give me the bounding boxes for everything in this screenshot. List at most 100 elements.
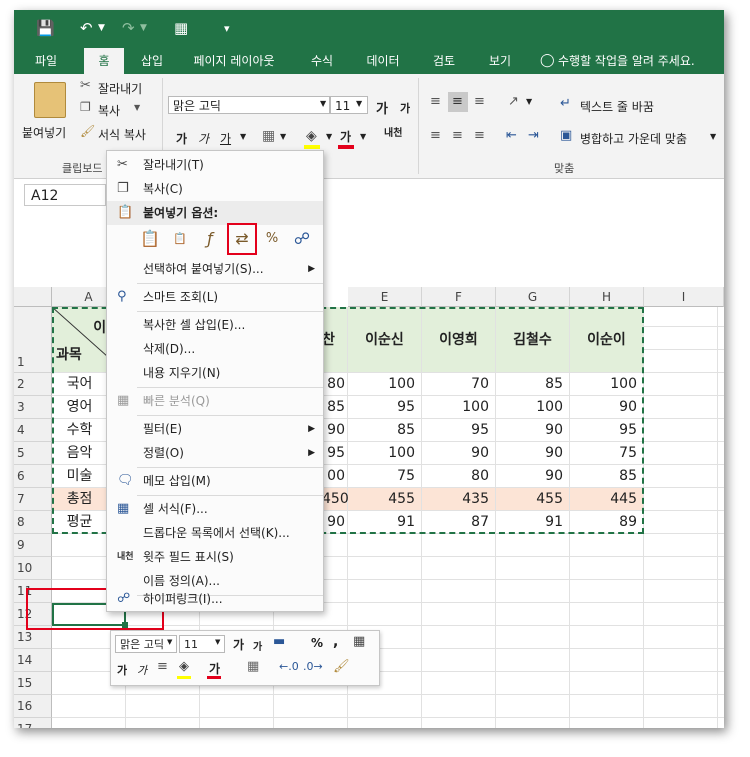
menu-item-pick-list[interactable]: 드롭다운 목록에서 선택(K)... [107,521,323,545]
menu-item-cut[interactable]: ✂ 잘라내기(T) [107,153,323,177]
column-header-F[interactable]: F [422,287,496,307]
tab-insert[interactable]: 삽입 [132,48,172,74]
font-color-dropdown-icon[interactable]: ▼ [360,132,366,141]
menu-item-paste-special[interactable]: 선택하여 붙여넣기(S)... ▶ [107,257,323,281]
mini-font-dropdown-icon[interactable]: ▼ [167,638,172,646]
column-header-I[interactable]: I [644,287,724,307]
orientation-dropdown-icon[interactable]: ▼ [526,97,532,106]
copy-icon[interactable]: ❐ [80,100,91,114]
menu-item-insert-comment[interactable]: 🗨 메모 삽입(M) [107,469,323,493]
fill-dropdown-icon[interactable]: ▼ [326,132,332,141]
mini-format-painter-icon[interactable]: 🖌 [333,659,350,674]
align-bottom-icon[interactable]: ≡ [474,94,485,109]
phonetic-button[interactable]: 내천 [384,128,402,139]
tab-file[interactable]: 파일 [24,48,68,74]
mini-decrease-decimal-icon[interactable]: .0→ [303,660,323,673]
align-right-icon[interactable]: ≡ [474,128,485,143]
row-header[interactable]: 17 [14,718,52,728]
menu-item-format-cells[interactable]: ▦ 셀 서식(F)... [107,497,323,521]
select-all-corner[interactable] [14,287,52,307]
paste-formulas-icon[interactable]: ƒ [199,227,221,251]
font-size-dropdown-icon[interactable]: ▼ [356,99,362,108]
font-name-dropdown-icon[interactable]: ▼ [320,99,326,108]
align-middle-icon[interactable]: ≡ [452,94,463,109]
align-left-icon[interactable]: ≡ [430,128,441,143]
undo-icon[interactable]: ↶ [80,19,93,37]
mini-italic-button[interactable]: 가 [137,662,147,678]
copy-button[interactable]: 복사 [98,102,120,119]
mini-border-icon[interactable]: ▦ [247,659,259,674]
bold-button[interactable]: 가 [176,130,187,147]
row-header[interactable]: 15 [14,672,52,695]
italic-button[interactable]: 가 [198,130,209,147]
mini-size-dropdown-icon[interactable]: ▼ [215,638,220,646]
mini-font-color-button[interactable]: 가 [209,660,220,677]
tab-page-layout[interactable]: 페이지 레이아웃 [182,48,286,74]
underline-button[interactable]: 가 [220,130,231,147]
wrap-text-button[interactable]: 텍스트 줄 바꿈 [580,98,654,115]
format-painter-icon[interactable]: 🖌 [80,124,95,138]
merge-center-button[interactable]: 병합하고 가운데 맞춤 [580,130,687,147]
border-dropdown-icon[interactable]: ▼ [280,132,286,141]
font-color-button[interactable]: 가 [340,128,351,145]
menu-item-delete[interactable]: 삭제(D)... [107,337,323,361]
increase-indent-icon[interactable]: ⇥ [528,128,539,143]
row-header[interactable]: 10 [14,557,52,580]
column-header-G[interactable]: G [496,287,570,307]
wrap-text-icon[interactable]: ↵ [560,96,571,111]
row-header[interactable]: 16 [14,695,52,718]
row-header[interactable]: 8 [14,511,52,534]
save-icon[interactable]: 💾 [36,19,55,37]
menu-item-insert-copied[interactable]: 복사한 셀 삽입(E)... [107,313,323,337]
touch-mode-icon[interactable]: ▦ [174,19,188,37]
paste-icon[interactable]: 📋 [139,227,161,251]
menu-item-clear[interactable]: 내용 지우기(N) [107,361,323,385]
menu-item-sort[interactable]: 정렬(O) ▶ [107,441,323,465]
paste-values-icon[interactable]: 📋 [169,227,191,251]
row-header[interactable]: 14 [14,649,52,672]
menu-item-filter[interactable]: 필터(E) ▶ [107,417,323,441]
mini-bold-button[interactable]: 가 [117,662,127,678]
row-header[interactable]: 7 [14,488,52,511]
decrease-indent-icon[interactable]: ⇤ [506,128,517,143]
tell-me-box[interactable]: 수행할 작업을 알려 주세요. [558,48,718,74]
row-header[interactable]: 5 [14,442,52,465]
format-painter-button[interactable]: 서식 복사 [98,126,146,143]
merge-icon[interactable]: ▣ [560,128,572,143]
mini-fill-color-icon[interactable]: ◈ [179,659,189,674]
cut-button[interactable]: 잘라내기 [98,80,142,97]
tab-home[interactable]: 홈 [84,48,124,74]
mini-percent-button[interactable]: % [311,636,323,650]
copy-dropdown-icon[interactable]: ▼ [134,103,140,112]
orientation-icon[interactable]: ↗ [508,94,519,109]
font-size-combo[interactable]: 11 [330,96,368,114]
align-top-icon[interactable]: ≡ [430,94,441,109]
underline-dropdown-icon[interactable]: ▼ [240,132,246,141]
row-header[interactable]: 4 [14,419,52,442]
mini-align-center-icon[interactable]: ≡ [157,659,168,674]
paste-clipboard-icon[interactable] [34,82,66,118]
mini-shrink-button[interactable]: 가 [253,638,262,653]
font-name-combo[interactable]: 맑은 고딕 [168,96,330,114]
menu-item-hyperlink[interactable]: ☍ 하이퍼링크(I)... [107,587,323,611]
merge-dropdown-icon[interactable]: ▼ [710,132,716,141]
tab-formulas[interactable]: 수식 [302,48,342,74]
paste-link-icon[interactable]: ☍ [291,227,313,251]
column-header-E[interactable]: E [348,287,422,307]
row-header[interactable]: 3 [14,396,52,419]
mini-grow-button[interactable]: 가 [233,636,244,653]
undo-dropdown-icon[interactable]: ▼ [98,23,105,33]
paste-button[interactable]: 붙여넣기 [22,124,66,141]
tab-review[interactable]: 검토 [424,48,464,74]
mini-comma-button[interactable]: , [333,634,338,650]
border-icon[interactable]: ▦ [262,128,275,144]
menu-item-phonetic[interactable]: 내천 윗주 필드 표시(S) [107,545,323,569]
shrink-font-button[interactable]: 가 [400,100,410,116]
column-header-H[interactable]: H [570,287,644,307]
menu-item-smart-lookup[interactable]: ⚲ 스마트 조회(L) [107,285,323,309]
mini-format-icon[interactable]: ▦ [353,634,365,649]
row-header[interactable]: 9 [14,534,52,557]
tab-data[interactable]: 데이터 [358,48,408,74]
name-box[interactable]: A12 [24,184,106,206]
customize-icon[interactable]: ▾ [224,22,230,35]
